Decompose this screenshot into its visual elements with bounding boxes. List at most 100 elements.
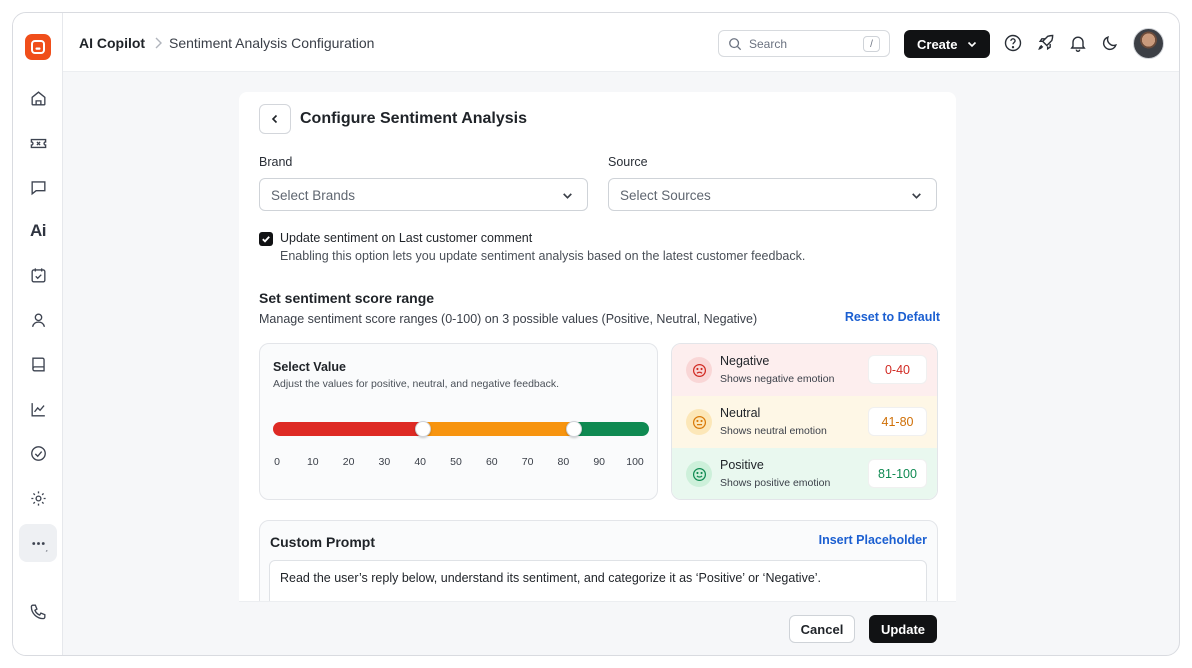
slider-tick-label: 50 — [450, 456, 462, 468]
sidebar-item-home[interactable] — [26, 86, 50, 110]
app-window: Ai AI Copilot Sentiment Analysis Configu… — [12, 12, 1180, 656]
sentiment-name: Positive — [720, 458, 764, 472]
top-bar: AI Copilot Sentiment Analysis Configurat… — [63, 13, 1179, 72]
brand-select[interactable]: Select Brands — [259, 178, 588, 211]
launch-button[interactable] — [1036, 33, 1056, 53]
avatar[interactable] — [1133, 28, 1164, 59]
sidebar-item-tasks[interactable] — [26, 263, 50, 287]
more-icon — [31, 541, 47, 551]
positive-range-value[interactable]: 81-100 — [868, 459, 927, 488]
source-select[interactable]: Select Sources — [608, 178, 937, 211]
slider-tick-label: 70 — [521, 456, 534, 468]
insert-placeholder-link[interactable]: Insert Placeholder — [819, 533, 927, 547]
check-circle-icon — [30, 445, 46, 461]
phone-icon — [30, 603, 46, 619]
chevron-right-icon — [155, 37, 162, 49]
settings-icon — [30, 490, 46, 506]
custom-prompt-title: Custom Prompt — [270, 534, 375, 550]
custom-prompt-text: Read the user’s reply below, understand … — [280, 571, 822, 585]
sidebar-item-knowledge[interactable] — [26, 352, 50, 376]
sidebar-item-analytics[interactable] — [26, 397, 50, 421]
sidebar: Ai — [13, 13, 63, 655]
slider-thumb-high[interactable] — [565, 421, 582, 437]
neutral-segment — [423, 422, 574, 436]
chevron-down-icon — [563, 193, 572, 199]
slider-title: Select Value — [273, 360, 346, 374]
ticket-icon — [30, 138, 46, 148]
reset-to-default-link[interactable]: Reset to Default — [845, 310, 940, 324]
slider-tick-label: 60 — [485, 456, 498, 468]
sentiment-row-positive: Positive Shows positive emotion 81-100 — [672, 448, 937, 499]
sidebar-item-settings[interactable] — [26, 486, 50, 510]
breadcrumb-app[interactable]: AI Copilot — [79, 35, 145, 51]
negative-segment — [273, 422, 424, 436]
slider-tick-label: 90 — [593, 456, 606, 468]
sidebar-item-more[interactable] — [26, 531, 50, 555]
slider-description: Adjust the values for positive, neutral,… — [273, 378, 560, 390]
chevron-down-icon — [967, 41, 977, 48]
search-placeholder: Search — [749, 37, 788, 51]
sidebar-item-chat[interactable] — [26, 175, 50, 199]
update-on-last-comment-checkbox[interactable] — [259, 232, 273, 246]
happy-face-icon — [686, 461, 712, 487]
slider-tick-label: 30 — [378, 456, 391, 468]
score-range-description: Manage sentiment score ranges (0-100) on… — [259, 312, 758, 326]
sidebar-item-contacts[interactable] — [26, 308, 50, 332]
search-input[interactable]: Search / — [718, 30, 890, 57]
slider-tick-label: 80 — [557, 456, 570, 468]
back-button[interactable] — [259, 104, 291, 134]
slider-tick-label: 100 — [626, 456, 644, 468]
slider-tick-label: 40 — [414, 456, 427, 468]
checkbox-label[interactable]: Update sentiment on Last customer commen… — [280, 231, 532, 245]
book-icon — [31, 356, 45, 372]
create-button-label: Create — [917, 36, 958, 52]
sidebar-item-phone[interactable] — [26, 599, 50, 623]
analytics-icon — [30, 402, 45, 417]
theme-toggle[interactable] — [1100, 33, 1120, 53]
negative-range-value[interactable]: 0-40 — [868, 355, 927, 384]
sentiment-name: Negative — [720, 354, 770, 368]
source-label: Source — [608, 155, 648, 169]
source-select-placeholder: Select Sources — [620, 188, 711, 203]
ai-icon: Ai — [30, 221, 47, 240]
checkmark-icon — [262, 236, 270, 243]
brand-label: Brand — [259, 155, 293, 169]
sidebar-item-tickets[interactable] — [26, 131, 50, 155]
sentiment-description: Shows neutral emotion — [720, 425, 827, 437]
create-button[interactable]: Create — [904, 30, 990, 58]
form-footer: Cancel Update — [239, 601, 956, 655]
sidebar-item-ai[interactable]: Ai — [26, 219, 50, 243]
slider-tick-label: 20 — [342, 456, 355, 468]
chevron-left-icon — [271, 114, 278, 124]
breadcrumb-page: Sentiment Analysis Configuration — [169, 35, 375, 51]
neutral-range-value[interactable]: 41-80 — [868, 407, 927, 436]
help-button[interactable] — [1003, 33, 1023, 53]
calendar-check-icon — [30, 267, 46, 283]
slider-tick-label: 0 — [274, 456, 280, 468]
sentiment-name: Neutral — [720, 406, 761, 420]
moon-icon — [1102, 36, 1117, 51]
score-slider-track[interactable] — [273, 421, 649, 437]
bell-icon — [1070, 36, 1086, 52]
app-logo[interactable] — [25, 34, 51, 60]
search-icon — [729, 38, 742, 51]
notifications-button[interactable] — [1068, 33, 1088, 53]
logo-mark-icon — [31, 40, 45, 54]
update-button[interactable]: Update — [869, 615, 937, 643]
sentiment-description: Shows negative emotion — [720, 373, 835, 385]
brand-select-placeholder: Select Brands — [271, 188, 356, 203]
score-range-title: Set sentiment score range — [259, 290, 435, 306]
chevron-down-icon — [912, 193, 921, 199]
user-icon — [31, 312, 45, 327]
score-slider-panel: Select Value Adjust the values for posit… — [259, 343, 658, 500]
checkbox-description: Enabling this option lets you update sen… — [280, 249, 806, 263]
positive-segment — [573, 422, 649, 436]
sentiment-ranges-panel: Negative Shows negative emotion 0-40 Neu… — [671, 343, 938, 500]
sentiment-row-negative: Negative Shows negative emotion 0-40 — [672, 344, 937, 396]
page-title: Configure Sentiment Analysis — [300, 110, 527, 127]
cancel-button[interactable]: Cancel — [789, 615, 855, 643]
sentiment-description: Shows positive emotion — [720, 477, 831, 489]
sidebar-item-approvals[interactable] — [26, 441, 50, 465]
sentiment-row-neutral: Neutral Shows neutral emotion 41-80 — [672, 396, 937, 448]
help-icon — [1004, 34, 1022, 52]
